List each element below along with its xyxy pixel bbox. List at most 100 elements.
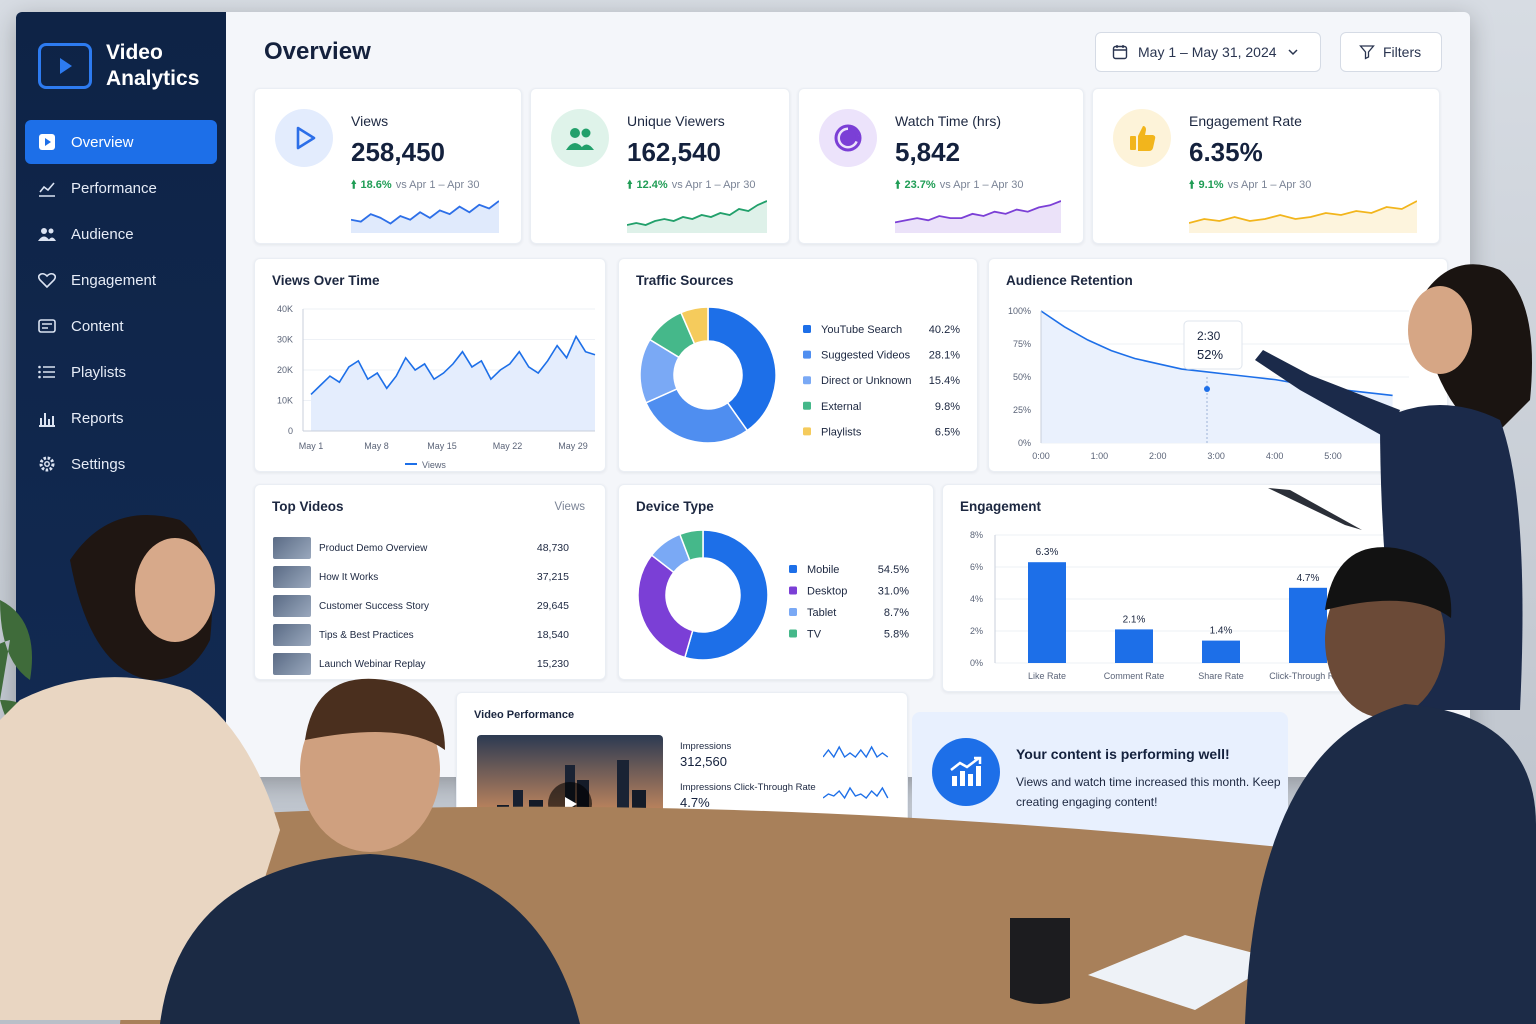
engagement-chart[interactable]: 0% 2% 4% 6% 8% 6.3% Like Rate 2.1% Comment Rate 1…	[943, 485, 1449, 693]
legend-value: 8.7%	[884, 607, 909, 619]
kpi-value: 5,842	[895, 137, 961, 167]
legend-label: Desktop	[807, 586, 847, 598]
bar[interactable]	[1028, 562, 1066, 663]
sidebar-item-label: Overview	[71, 133, 134, 151]
sidebar-item-playlists[interactable]: Playlists	[25, 350, 217, 394]
message-title: Your content is performing well!	[1016, 746, 1230, 762]
play-button[interactable]	[548, 782, 592, 826]
legend-swatch	[803, 427, 811, 436]
x-tick-label: 4:00	[1266, 451, 1284, 461]
list-item[interactable]: Tips & Best Practices 18,540	[273, 624, 589, 646]
kpi-value: 162,540	[627, 137, 721, 167]
sidebar-item-label: Performance	[71, 179, 157, 197]
video-title: Tips & Best Practices	[319, 629, 414, 641]
dashboard-screen: Video Analytics Overview Performance Audie…	[16, 12, 1470, 777]
arrow-up-icon: 🠙	[627, 179, 633, 191]
device-type-chart[interactable]: Mobile 54.5% Desktop 31.0% Tablet 8.7% TV 5.8%	[619, 485, 935, 681]
video-thumbnail	[273, 624, 311, 646]
video-progress-track[interactable]	[485, 855, 655, 858]
arrow-up-icon: 🠙	[1189, 179, 1195, 191]
date-range-picker[interactable]: May 1 – May 31, 2024	[1095, 32, 1321, 72]
kpi-compare: vs Apr 1 – Apr 30	[939, 179, 1024, 191]
content-icon	[37, 316, 57, 336]
list-item[interactable]: How It Works 37,215	[273, 566, 589, 588]
x-tick-label: May 8	[364, 441, 389, 451]
kpi-card-watch-time-hrs[interactable]: Watch Time (hrs) 5,842 🠙 23.7% vs Apr 1 – …	[798, 88, 1084, 244]
list-item[interactable]: Launch Webinar Replay 15,230	[273, 653, 589, 675]
legend-value: 54.5%	[878, 564, 909, 576]
fullscreen-icon[interactable]	[641, 863, 653, 875]
x-tick-label: May 15	[427, 441, 457, 451]
main-content: Overview May 1 – May 31, 2024 Filters Vi…	[226, 12, 1470, 777]
kpi-sparkline	[1189, 200, 1417, 233]
x-tick-label: Comment Rate	[1104, 671, 1165, 681]
legend-value: 31.0%	[878, 586, 909, 598]
legend-value: 9.8%	[935, 401, 960, 413]
sidebar-item-settings[interactable]: Settings	[25, 442, 217, 486]
bar[interactable]	[1115, 629, 1153, 663]
sidebar-nav: Overview Performance Audience Engagement Con…	[25, 120, 217, 488]
sidebar-item-performance[interactable]: Performance	[25, 166, 217, 210]
sidebar-item-content[interactable]: Content	[25, 304, 217, 348]
filters-button[interactable]: Filters	[1340, 32, 1442, 72]
sidebar-item-overview[interactable]: Overview	[25, 120, 217, 164]
sidebar-item-audience[interactable]: Audience	[25, 212, 217, 256]
traffic-slice[interactable]	[644, 387, 749, 444]
bar-chart-icon	[37, 408, 57, 428]
kpi-label: Watch Time (hrs)	[895, 113, 1002, 129]
y-tick-label: 8%	[970, 530, 983, 540]
kpi-card-unique-viewers[interactable]: Unique Viewers 162,540 🠙 12.4% vs Apr 1 – …	[530, 88, 790, 244]
app-title: Video Analytics	[106, 41, 200, 90]
kpi-change: 🠙 18.6% vs Apr 1 – Apr 30	[351, 176, 480, 195]
sparkline-line	[823, 786, 889, 800]
audience-retention-chart[interactable]: 0% 25% 50% 75% 100% 0:00 1:00 2:00 3:00 4:00 5:00 2…	[989, 259, 1449, 473]
sidebar-item-engagement[interactable]: Engagement	[25, 258, 217, 302]
play-icon[interactable]	[487, 863, 497, 873]
kpi-sparkline	[895, 200, 1061, 233]
video-title: Launch Webinar Replay	[319, 658, 426, 670]
gear-icon[interactable]	[621, 863, 633, 875]
play-icon	[565, 797, 577, 811]
top-videos-card: Top Videos Views Product Demo Overview 48…	[254, 484, 606, 680]
kpi-compare: vs Apr 1 – Apr 30	[671, 179, 756, 191]
metric-label: Impressions	[680, 741, 732, 752]
card-title: Video Performance	[474, 709, 575, 721]
volume-icon[interactable]	[601, 863, 613, 875]
legend-value: 15.4%	[929, 375, 960, 387]
people-icon	[551, 109, 609, 167]
sidebar-item-reports[interactable]: Reports	[25, 396, 217, 440]
metric-sparkline	[823, 868, 889, 882]
x-tick-label: Like Rate	[1028, 671, 1066, 681]
y-tick-label: 25%	[1013, 405, 1031, 415]
sidebar-item-label: Audience	[71, 225, 134, 243]
legend-swatch	[803, 401, 811, 410]
play-icon	[275, 109, 333, 167]
legend-swatch	[803, 325, 811, 333]
kpi-card-views[interactable]: Views 258,450 🠙 18.6% vs Apr 1 – Apr 30	[254, 88, 522, 244]
list-item[interactable]: Product Demo Overview 48,730	[273, 537, 589, 559]
y-tick-label: 30K	[277, 335, 293, 345]
bar[interactable]	[1289, 587, 1327, 663]
views-column-header: Views	[554, 501, 585, 513]
legend-label: Direct or Unknown	[821, 375, 911, 387]
list-item[interactable]: Customer Success Story 29,645	[273, 595, 589, 617]
bar-value-label: 6.3%	[1036, 547, 1059, 558]
y-tick-label: 20K	[277, 365, 293, 375]
views-over-time-chart[interactable]: 0 10K 20K 30K 40K May 1 May 8 May 15 May 22 May 2…	[255, 259, 607, 473]
tooltip-value: 52%	[1197, 347, 1223, 362]
y-tick-label: 75%	[1013, 339, 1031, 349]
video-player[interactable]: 2:00 / 5:00	[477, 735, 663, 885]
traffic-sources-chart[interactable]: YouTube Search 40.2% Suggested Videos 28.1%…	[619, 259, 979, 473]
video-thumbnail	[273, 566, 311, 588]
bar-value-label: 4.7%	[1297, 573, 1320, 584]
x-tick-label: 2:00	[1149, 451, 1167, 461]
y-tick-label: 2%	[970, 626, 983, 636]
kpi-card-engagement-rate[interactable]: Engagement Rate 6.35% 🠙 9.1% vs Apr 1 – Ap…	[1092, 88, 1440, 244]
device-slice[interactable]	[637, 554, 694, 659]
metric-sparkline	[823, 745, 889, 759]
video-title: Customer Success Story	[319, 600, 430, 612]
bar[interactable]	[1202, 640, 1240, 663]
trending-up-icon	[932, 738, 1000, 806]
video-views: 37,215	[536, 571, 569, 583]
app-logo[interactable]: Video Analytics	[38, 40, 216, 92]
